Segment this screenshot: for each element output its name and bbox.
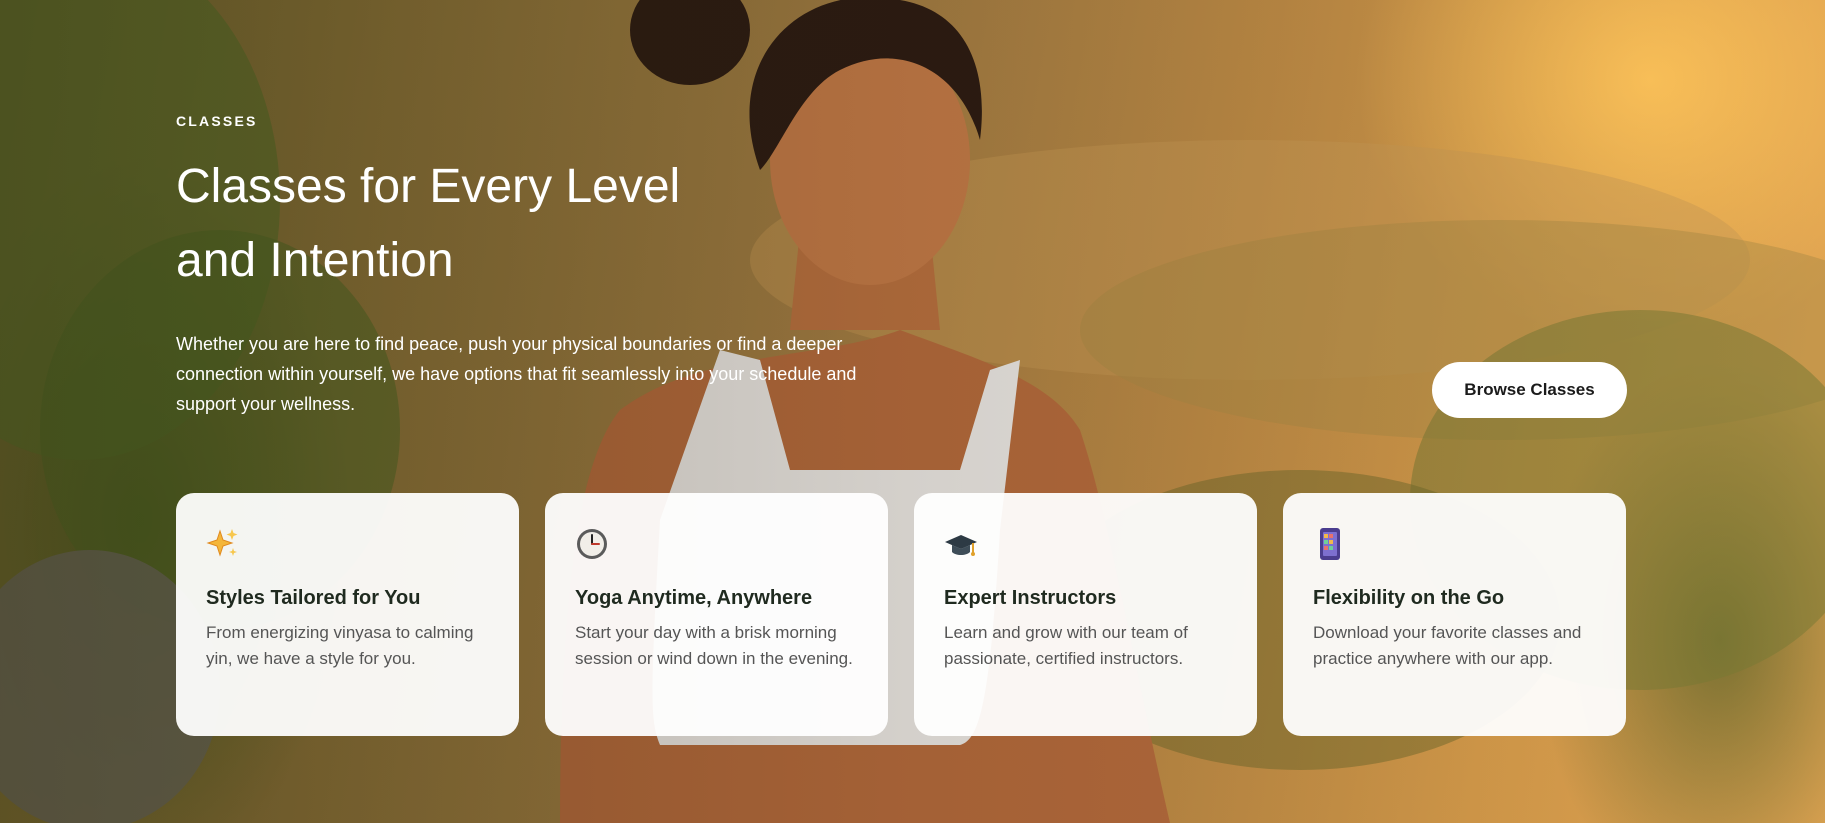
- feature-card-instructors: Expert Instructors Learn and grow with o…: [914, 493, 1257, 736]
- feature-card-description: From energizing vinyasa to calming yin, …: [206, 623, 474, 668]
- classes-hero: CLASSES Classes for Every Level and Inte…: [0, 0, 1825, 823]
- hero-description: Whether you are here to find peace, push…: [176, 334, 857, 414]
- feature-card-styles: Styles Tailored for You From energizing …: [176, 493, 519, 736]
- browse-classes-button[interactable]: Browse Classes: [1432, 362, 1627, 418]
- feature-card-description: Learn and grow with our team of passiona…: [944, 623, 1188, 668]
- page-title-line-1: Classes for Every Level: [176, 160, 681, 213]
- feature-card-title: Styles Tailored for You: [206, 587, 421, 609]
- graduation-cap-icon: [945, 535, 977, 556]
- page-title: Classes for Every Level and Intention: [176, 150, 816, 298]
- hero-content: CLASSES Classes for Every Level and Inte…: [0, 0, 1825, 823]
- mobile-app-icon: [1320, 528, 1340, 560]
- sparkles-icon: [206, 529, 238, 557]
- clock-icon: [577, 529, 607, 559]
- feature-card-title: Flexibility on the Go: [1313, 587, 1505, 609]
- feature-card-title: Yoga Anytime, Anywhere: [575, 587, 813, 609]
- page-title-line-2: and Intention: [176, 234, 454, 287]
- feature-card-title: Expert Instructors: [944, 587, 1117, 609]
- feature-card-description: Start your day with a brisk morning sess…: [575, 623, 853, 668]
- feature-card-flexibility: Flexibility on the Go Download your favo…: [1283, 493, 1626, 736]
- feature-card-description: Download your favorite classes and pract…: [1313, 623, 1582, 668]
- section-eyebrow: CLASSES: [176, 113, 258, 129]
- feature-card-anytime: Yoga Anytime, Anywhere Start your day wi…: [545, 493, 888, 736]
